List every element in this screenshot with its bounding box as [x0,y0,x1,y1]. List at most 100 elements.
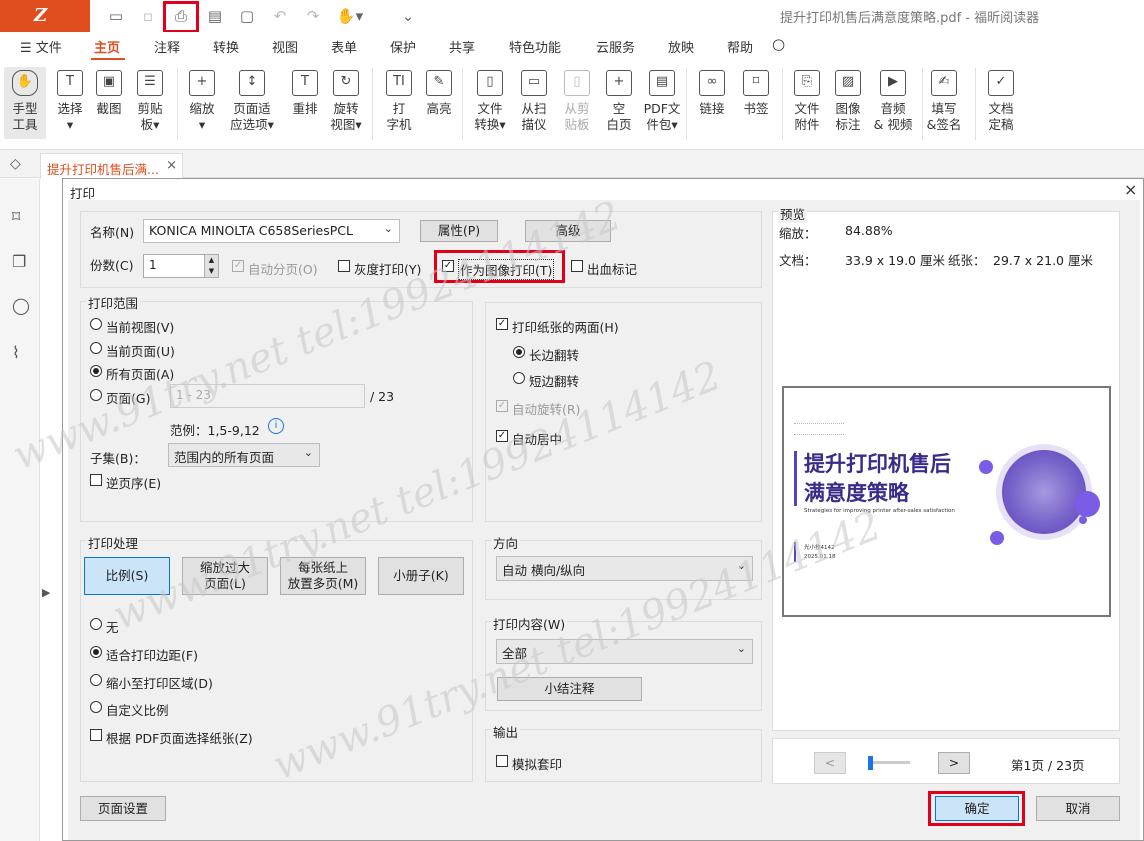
hand-dropdown-icon[interactable]: ✋▾ [335,5,365,27]
customize-dropdown-icon[interactable]: ⌄ [396,5,420,27]
ribbon-button-19[interactable]: ▶ 音频 & 视频 [869,70,917,133]
next-page-button[interactable]: > [938,752,970,774]
ribbon-button-10[interactable]: ▯ 文件 转换▾ [469,70,511,133]
ribbon-label: 重排 [292,101,318,116]
ribbon-button-3[interactable]: ☰ 剪贴 板▾ [129,70,171,133]
auto-center-checkbox[interactable]: ✓ [496,430,508,442]
menu-cloud[interactable]: 云服务 [596,37,635,56]
ribbon-button-14[interactable]: ▤ PDF文 件包▾ [638,70,686,133]
summarize-comments-button[interactable]: 小结注释 [497,677,642,701]
ribbon-button-0[interactable]: ✋ 手型 工具 [4,70,46,133]
shrink-area-radio[interactable] [90,674,102,686]
ribbon-label: 页面适 [233,101,271,116]
ribbon-button-11[interactable]: ▭ 从扫 描仪 [513,70,555,133]
ribbon-label: 文件 [794,101,820,116]
ribbon-label: &签名 [926,117,962,132]
menu-convert[interactable]: 转换 [213,37,239,56]
export-icon[interactable]: ▤ [203,5,227,27]
open-file-icon[interactable]: ▭ [104,5,128,27]
comments-panel-icon[interactable]: ◯ [12,296,30,316]
multiple-pages-button[interactable]: 每张纸上 放置多页(M) [280,557,366,595]
search-icon[interactable]: ○ [772,35,785,53]
printer-select[interactable]: KONICA MINOLTA C658SeriesPCL ⌄ [143,219,400,243]
subset-select[interactable]: 范围内的所有页面 ⌄ [168,443,320,467]
ribbon-button-16[interactable]: ⌑ 书签 [735,70,777,117]
menu-view[interactable]: 视图 [272,37,298,56]
chevron-down-icon: ⌄ [303,446,313,459]
short-edge-radio[interactable] [513,372,525,384]
shrink-oversized-button[interactable]: 缩放过大 页面(L) [182,557,268,595]
menu-file[interactable]: ☰ 文件 [20,37,62,56]
info-icon[interactable]: i [268,418,284,434]
menu-help[interactable]: 帮助 [727,37,753,56]
media-icon: ▶ [880,70,906,96]
ribbon-button-18[interactable]: ▨ 图像 标注 [827,70,869,133]
long-edge-radio[interactable] [513,346,525,358]
title-bar-accent [794,451,797,506]
cancel-button[interactable]: 取消 [1036,796,1120,821]
ribbon-button-8[interactable]: TI 打字机 [378,70,420,133]
collate-checkbox: ✓ [232,260,244,272]
all-pages-radio[interactable] [90,365,102,377]
menu-comment[interactable]: 注释 [154,37,180,56]
custom-scale-radio[interactable] [90,701,102,713]
scale-none-radio[interactable] [90,618,102,630]
page-slider-track[interactable] [868,761,910,764]
simulate-overprint-checkbox[interactable] [496,755,508,767]
orientation-select[interactable]: 自动 横向/纵向 ⌄ [496,556,753,581]
scale-button[interactable]: 比例(S) [84,557,170,595]
advanced-button[interactable]: 高级 [525,220,611,242]
ribbon-button-1[interactable]: T 选择 ▾ [49,70,91,133]
ribbon-label: 标注 [835,117,861,132]
menu-share[interactable]: 共享 [449,37,475,56]
both-sides-checkbox[interactable]: ✓ [496,318,508,330]
new-page-icon[interactable]: ▢ [235,5,259,27]
current-page-radio[interactable] [90,342,102,354]
bookmark-panel-icon[interactable]: ⌑ [12,207,30,227]
app-logo[interactable]: Z [0,0,90,32]
ribbon-button-7[interactable]: ↻ 旋转 视图▾ [325,70,367,133]
reverse-order-checkbox[interactable] [90,474,102,486]
current-view-radio[interactable] [90,318,102,330]
menu-protect[interactable]: 保护 [390,37,416,56]
multi-line2: 放置多页(M) [287,576,359,591]
menu-form[interactable]: 表单 [331,37,357,56]
menu-slideshow[interactable]: 放映 [668,37,694,56]
page-slider-thumb[interactable] [868,756,873,770]
ribbon-button-2[interactable]: ▣ 截图 [88,70,130,117]
ribbon-button-20[interactable]: ✍ 填写 &签名 [923,70,965,133]
pages-radio[interactable] [90,389,102,401]
bleed-marks-checkbox[interactable] [571,260,583,272]
auto-center-label: 自动居中 [512,432,563,447]
ribbon-button-9[interactable]: ✎ 高亮 [418,70,460,117]
page-setup-button[interactable]: 页面设置 [80,796,166,821]
fit-margins-radio[interactable] [90,646,102,658]
ribbon-button-4[interactable]: + 缩放 ▾ [181,70,223,133]
ribbon-button-6[interactable]: T 重排 [284,70,326,117]
dialog-close-icon[interactable]: × [1124,180,1137,199]
ribbon-button-5[interactable]: ↕ 页面适 应选项▾ [228,70,276,133]
copies-input[interactable]: 1 [143,254,205,278]
attachments-panel-icon[interactable]: ⌇ [12,343,30,363]
ribbon-button-21[interactable]: ✓ 文档 定稿 [980,70,1022,133]
expand-panel-icon[interactable]: ▶ [42,586,60,606]
ribbon-button-17[interactable]: ⎘ 文件 附件 [786,70,828,133]
ribbon-button-13[interactable]: + 空白页 [598,70,640,133]
properties-button[interactable]: 属性(P) [420,220,498,242]
eraser-icon[interactable]: ◇ [10,156,21,172]
prev-page-button[interactable]: < [814,752,846,774]
print-content-title: 打印内容(W) [491,614,568,633]
pages-panel-icon[interactable]: ❐ [12,252,30,272]
print-content-select[interactable]: 全部 ⌄ [496,639,753,664]
grayscale-checkbox[interactable] [338,260,350,272]
copies-stepper[interactable]: ▲ ▼ [204,254,219,278]
booklet-button[interactable]: 小册子(K) [378,557,464,595]
ribbon-button-15[interactable]: ∞ 链接 [691,70,733,117]
document-tab[interactable]: 提升打印机售后满... × [40,153,183,179]
current-view-label: 当前视图(V) [106,320,175,335]
choose-paper-checkbox[interactable] [90,729,102,741]
menu-home[interactable]: 主页 [94,37,120,56]
print-as-image-highlight-box [434,250,565,283]
close-tab-icon[interactable]: × [166,158,177,173]
menu-features[interactable]: 特色功能 [509,37,561,56]
